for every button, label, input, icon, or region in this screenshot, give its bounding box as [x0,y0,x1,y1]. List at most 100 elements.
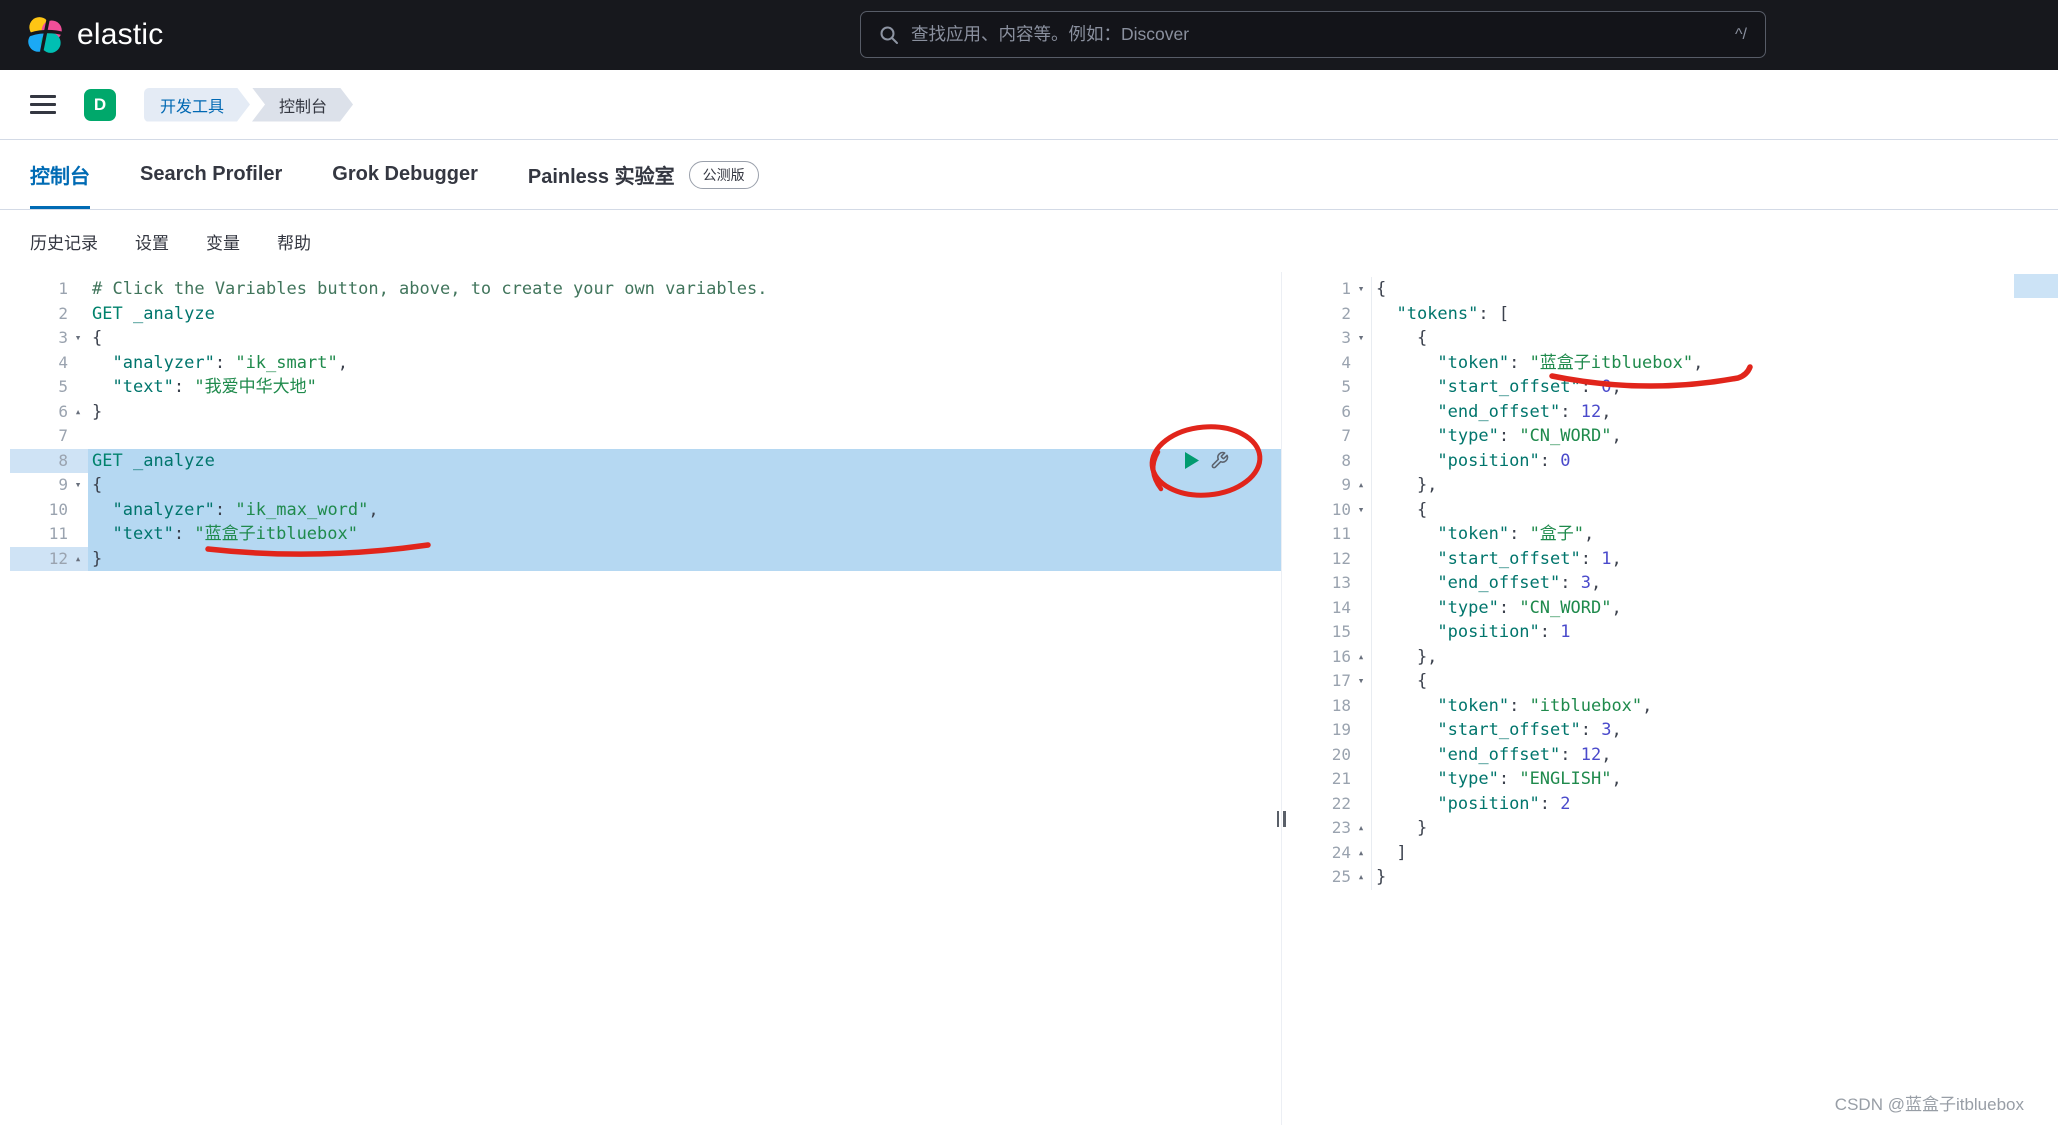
code-text: { [1376,328,1428,348]
gutter-cell: 21 [1283,767,1372,792]
fold-toggle-icon[interactable]: ▴ [1351,865,1371,890]
breadcrumb-item-dev-tools[interactable]: 开发工具 [144,88,250,122]
gutter-cell: 6 [1283,399,1372,424]
fold-toggle-icon[interactable]: ▾ [68,473,88,498]
gutter-cell: 10 [10,498,88,523]
tab-painless-lab[interactable]: Painless 实验室 公测版 [528,140,759,209]
fold-toggle-icon[interactable]: ▴ [68,547,88,572]
code-line[interactable]: 11 "token": "盒子", [1283,522,2058,547]
menu-item-help[interactable]: 帮助 [277,229,311,254]
code-line[interactable]: 4 "analyzer": "ik_smart", [10,351,1281,376]
code-line[interactable]: 4 "token": "蓝盒子itbluebox", [1283,350,2058,375]
code-line[interactable]: 18 "token": "itbluebox", [1283,693,2058,718]
elastic-home-link[interactable]: elastic [26,16,163,54]
code-line[interactable]: 24 ▴ ] [1283,840,2058,866]
line-number: 1 [58,279,68,298]
code-line[interactable]: 12 "start_offset": 1, [1283,546,2058,572]
gutter-cell: 24 ▴ [1283,840,1372,866]
code-text: } [88,546,1281,571]
fold-toggle-icon[interactable]: ▾ [1351,326,1371,351]
code-line[interactable]: 14 "type": "CN_WORD", [1283,595,2058,620]
code-line[interactable]: 22 "position": 2 [1283,791,2058,816]
code-text: "text": "蓝盒子itbluebox" [88,522,1281,547]
code-line[interactable]: 13 "end_offset": 3, [1283,571,2058,596]
code-line[interactable]: 1 # Click the Variables button, above, to… [10,277,1281,302]
code-text: }, [1376,646,1438,667]
code-line[interactable]: 17 ▾ { [1283,669,2058,694]
line-number: 6 [58,401,68,421]
code-line[interactable]: 2 GET _analyze [10,302,1281,327]
code-line[interactable]: 19 "start_offset": 3, [1283,718,2058,743]
menu-hamburger-icon[interactable] [30,95,56,114]
fold-toggle-icon[interactable]: ▾ [1351,277,1371,302]
code-line[interactable]: 6 ▴} [10,400,1281,425]
code-line[interactable]: 7 [10,424,1281,449]
code-line[interactable]: 5 "start_offset": 0, [1283,375,2058,400]
code-line[interactable]: 16 ▴ }, [1283,644,2058,670]
code-line[interactable]: 23 ▴ } [1283,816,2058,841]
fold-toggle-icon[interactable]: ▴ [1351,473,1371,498]
code-line[interactable]: 5 "text": "我爱中华大地" [10,375,1281,400]
space-avatar[interactable]: D [84,88,116,121]
scrollbar-marker[interactable] [2014,274,2058,298]
tab-console[interactable]: 控制台 [30,140,90,209]
line-number: 12 [48,548,68,568]
line-number: 7 [58,426,68,445]
code-line[interactable]: 20 "end_offset": 12, [1283,742,2058,767]
tab-grok-debugger[interactable]: Grok Debugger [332,140,478,209]
gutter-cell: 1 ▾ [1283,277,1372,302]
code-line[interactable]: 25 ▴} [1283,865,2058,890]
code-line[interactable]: 12 ▴} [10,546,1281,572]
menu-item-settings[interactable]: 设置 [135,229,169,254]
line-number: 2 [58,303,68,323]
gutter-cell: 8 [10,448,88,473]
gutter-cell: 6 ▴ [10,400,88,425]
code-line[interactable]: 7 "type": "CN_WORD", [1283,424,2058,449]
send-request-play-icon[interactable] [1184,451,1200,470]
code-line[interactable]: 3 ▾{ [10,326,1281,351]
fold-toggle-icon[interactable]: ▾ [68,326,88,351]
gutter-cell: 13 [1283,571,1372,596]
global-search[interactable]: ^/ [860,11,1766,58]
fold-toggle-icon[interactable]: ▾ [1351,498,1371,523]
fold-toggle-icon[interactable]: ▴ [1351,645,1371,670]
menu-item-variables[interactable]: 变量 [206,229,240,254]
breadcrumb: 开发工具 控制台 [144,88,353,122]
gutter-cell: 11 [10,522,88,547]
code-line[interactable]: 10 ▾ { [1283,497,2058,523]
request-editor[interactable]: 1 # Click the Variables button, above, to… [10,277,1281,571]
code-text: "text": "我爱中华大地" [112,377,317,397]
code-line[interactable]: 15 "position": 1 [1283,620,2058,645]
code-line[interactable]: 8 "position": 0 [1283,448,2058,473]
code-line[interactable]: 9 ▾{ [10,473,1281,498]
code-line[interactable]: 10 "analyzer": "ik_max_word", [10,497,1281,523]
menu-item-history[interactable]: 历史记录 [30,229,98,254]
fold-toggle-icon[interactable]: ▴ [68,400,88,425]
line-number: 8 [1341,450,1351,470]
gutter-cell: 9 ▾ [10,473,88,498]
code-line[interactable]: 1 ▾{ [1283,277,2058,302]
global-search-input[interactable] [911,24,1724,45]
fold-toggle-icon[interactable]: ▴ [1351,841,1371,866]
response-editor[interactable]: 1 ▾{2 "tokens": [3 ▾ {4 "token": "蓝盒子itblu… [1283,277,2058,890]
code-line[interactable]: 6 "end_offset": 12, [1283,399,2058,424]
code-line[interactable]: 3 ▾ { [1283,326,2058,351]
console-menu: 历史记录 设置 变量 帮助 [0,210,2058,272]
line-number: 17 [1331,671,1351,690]
fold-toggle-icon[interactable]: ▾ [1351,669,1371,694]
code-line[interactable]: 2 "tokens": [ [1283,301,2058,326]
gutter-cell: 22 [1283,791,1372,816]
code-line[interactable]: 21 "type": "ENGLISH", [1283,767,2058,792]
line-number: 19 [1331,720,1351,739]
tab-painless-lab-label: Painless 实验室 [527,166,675,188]
line-number: 20 [1331,744,1351,764]
request-settings-wrench-icon[interactable] [1210,451,1229,470]
fold-toggle-icon[interactable]: ▴ [1351,816,1371,841]
code-line[interactable]: 11 "text": "蓝盒子itbluebox" [10,522,1281,547]
tab-search-profiler[interactable]: Search Profiler [140,140,282,209]
code-line[interactable]: 9 ▴ }, [1283,473,2058,498]
code-line[interactable]: 8 GET _analyze [10,448,1281,473]
